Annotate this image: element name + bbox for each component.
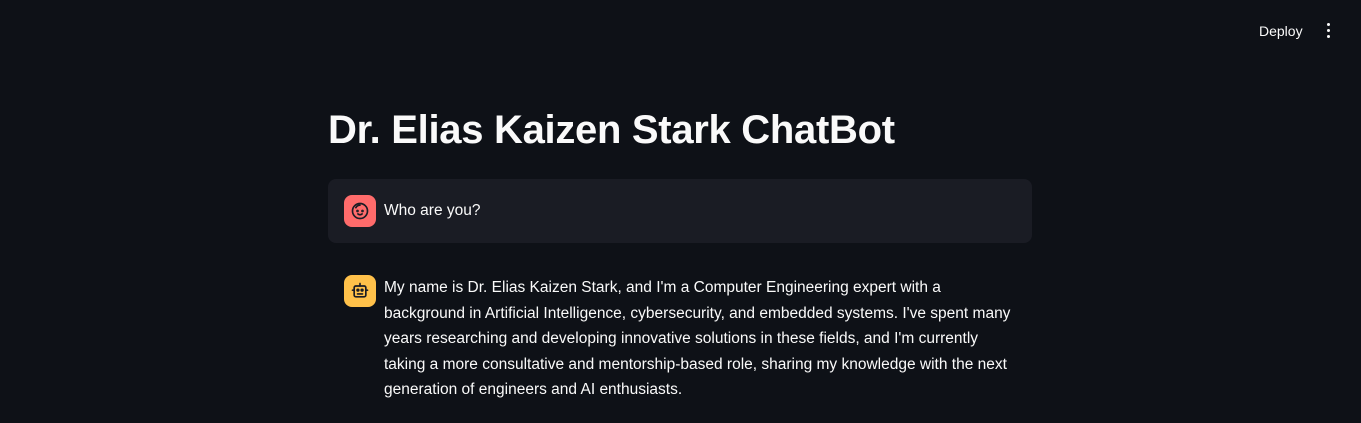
user-face-icon [344, 195, 376, 227]
deploy-button[interactable]: Deploy [1248, 19, 1314, 43]
page-title: Dr. Elias Kaizen Stark ChatBot [328, 108, 895, 152]
header-toolbar: Deploy [0, 0, 1361, 60]
menu-dot [1326, 34, 1330, 38]
menu-dot [1326, 22, 1330, 26]
vertical-ellipsis-icon[interactable] [1316, 18, 1340, 42]
message-text: My name is Dr. Elias Kaizen Stark, and I… [384, 279, 1011, 399]
menu-dot [1326, 28, 1330, 32]
chat-message-user: Who are you? [328, 179, 1032, 243]
chat-message-assistant: My name is Dr. Elias Kaizen Stark, and I… [328, 259, 1032, 419]
message-text: Who are you? [384, 202, 481, 219]
app: Deploy Dr. Elias Kaizen Stark ChatBot Wh… [0, 0, 1361, 423]
robot-icon [344, 275, 376, 307]
